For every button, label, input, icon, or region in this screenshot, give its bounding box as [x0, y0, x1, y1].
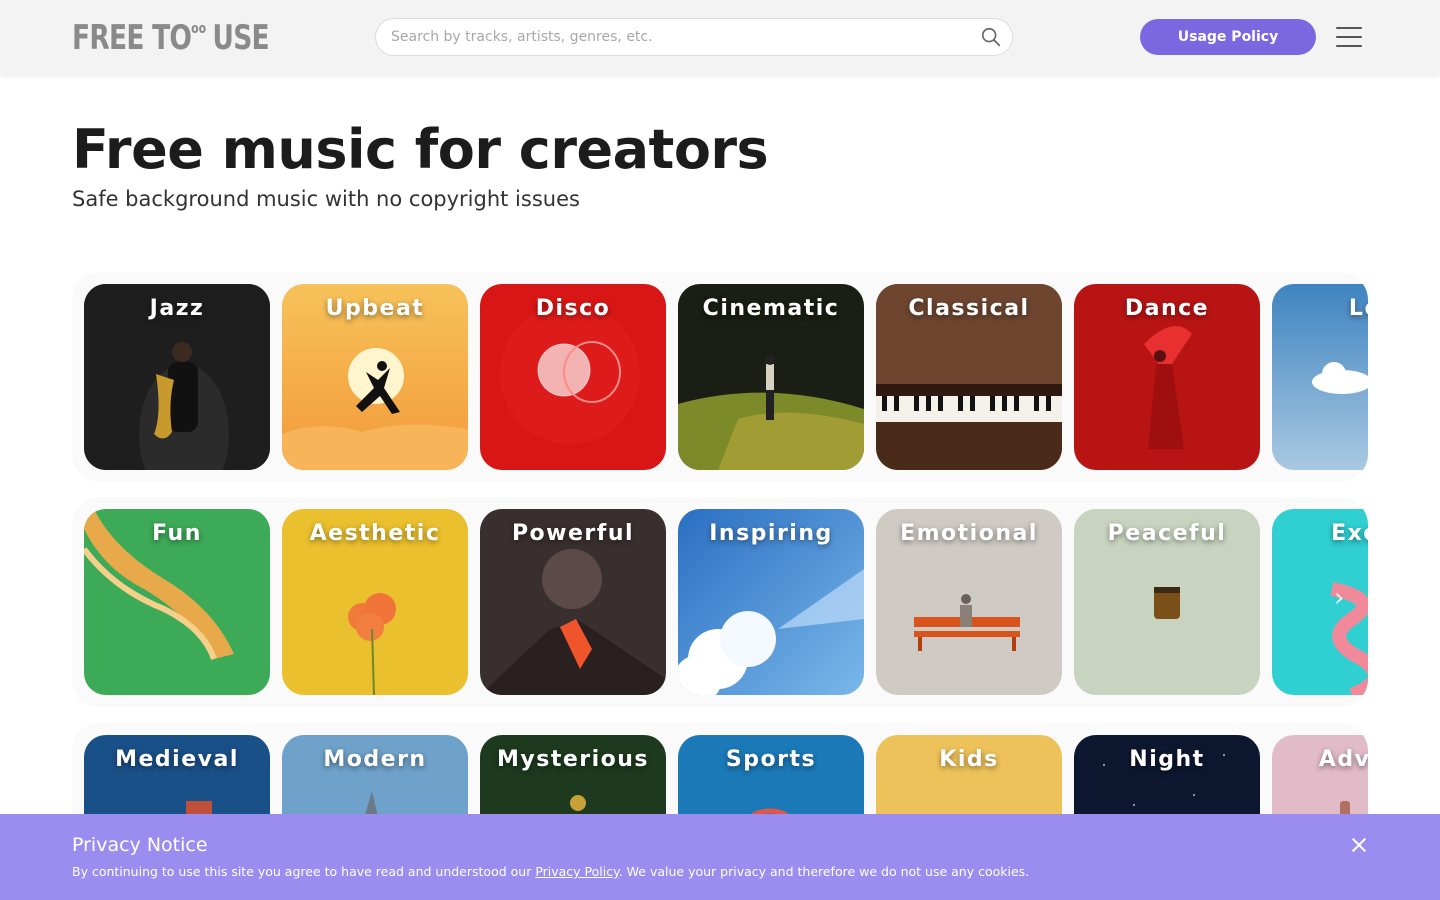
- genre-label: Jazz: [149, 296, 205, 321]
- genre-label: Classical: [908, 296, 1030, 321]
- genre-card-classical[interactable]: Classical: [876, 284, 1062, 470]
- privacy-notice-banner: Privacy Notice By continuing to use this…: [0, 814, 1440, 900]
- genre-card-upbeat[interactable]: Upbeat: [282, 284, 468, 470]
- genre-label: Lo: [1348, 296, 1368, 321]
- logo-superscript: oo: [191, 21, 207, 37]
- hamburger-menu-icon[interactable]: [1336, 25, 1364, 49]
- scroll-right-chevron-icon[interactable]: ›: [1334, 358, 1344, 388]
- genre-label: Advert: [1318, 747, 1368, 772]
- genre-card-fun[interactable]: Fun: [84, 509, 270, 695]
- site-header: FREE TO oo USE Usage Policy: [0, 0, 1440, 76]
- privacy-text-after: . We value your privacy and therefore we…: [618, 864, 1030, 879]
- genre-label: Mysterious: [496, 747, 650, 772]
- genre-label: Disco: [535, 296, 611, 321]
- genre-label: Inspiring: [709, 521, 833, 546]
- privacy-text-before: By continuing to use this site you agree…: [72, 864, 536, 879]
- scroll-right-chevron-icon[interactable]: ›: [1334, 583, 1344, 613]
- genre-row-2: Fun Aesthetic Powerful Inspiring Emotion…: [72, 497, 1368, 707]
- genre-card-lofi[interactable]: Lo ›: [1272, 284, 1368, 470]
- genre-label: Cinematic: [702, 296, 840, 321]
- privacy-policy-link[interactable]: Privacy Policy: [535, 864, 618, 879]
- genre-label: Emotional: [900, 521, 1038, 546]
- page-title: Free music for creators: [72, 118, 769, 181]
- genre-row-1: Jazz Upbeat Disco Cinematic Classical Da…: [72, 272, 1368, 482]
- genre-card-inspiring[interactable]: Inspiring: [678, 509, 864, 695]
- logo-text: FREE TO: [72, 18, 192, 58]
- genre-label: Fun: [152, 521, 202, 546]
- search-bar: [375, 18, 1013, 56]
- page-subtitle: Safe background music with no copyright …: [72, 187, 580, 211]
- genre-card-dance[interactable]: Dance: [1074, 284, 1260, 470]
- genre-card-jazz[interactable]: Jazz: [84, 284, 270, 470]
- search-icon[interactable]: [980, 26, 1002, 48]
- genre-label: Powerful: [511, 521, 635, 546]
- genre-label: Dance: [1124, 296, 1210, 321]
- search-input[interactable]: [391, 19, 971, 55]
- genre-card-powerful[interactable]: Powerful: [480, 509, 666, 695]
- genre-label: Sports: [725, 747, 817, 772]
- genre-label: Upbeat: [325, 296, 425, 321]
- site-logo[interactable]: FREE TO oo USE: [72, 18, 270, 58]
- genre-label: Medieval: [115, 747, 239, 772]
- usage-policy-button[interactable]: Usage Policy: [1140, 19, 1316, 55]
- close-icon[interactable]: [1350, 836, 1368, 854]
- genre-card-emotional[interactable]: Emotional: [876, 509, 1062, 695]
- genre-card-aesthetic[interactable]: Aesthetic: [282, 509, 468, 695]
- genre-label: Peaceful: [1107, 521, 1227, 546]
- genre-card-exciting[interactable]: Excit ›: [1272, 509, 1368, 695]
- privacy-notice-title: Privacy Notice: [72, 834, 208, 856]
- genre-card-disco[interactable]: Disco: [480, 284, 666, 470]
- genre-card-cinematic[interactable]: Cinematic: [678, 284, 864, 470]
- genre-label: Modern: [323, 747, 427, 772]
- genre-label: Aesthetic: [309, 521, 441, 546]
- privacy-notice-text: By continuing to use this site you agree…: [72, 864, 1029, 879]
- genre-card-peaceful[interactable]: Peaceful: [1074, 509, 1260, 695]
- genre-label: Night: [1129, 747, 1205, 772]
- genre-label: Excit: [1331, 521, 1368, 546]
- logo-text-end: USE: [212, 18, 269, 58]
- genre-label: Kids: [939, 747, 999, 772]
